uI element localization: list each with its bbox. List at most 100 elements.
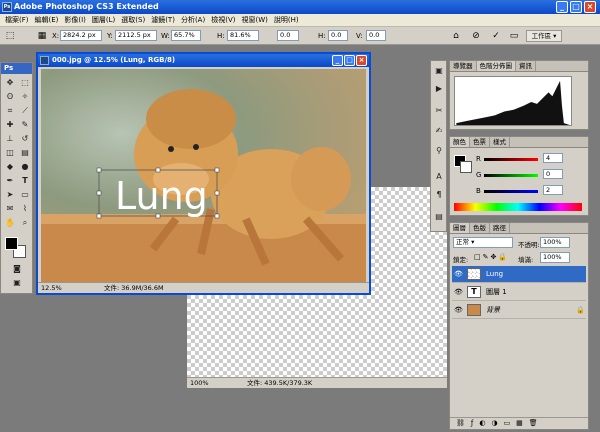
move-tool-icon[interactable]: ✥ [3, 77, 17, 89]
eyedropper-icon[interactable]: ⌇ [18, 203, 32, 215]
tab-layers[interactable]: 圖層 [450, 223, 470, 233]
document-canvas[interactable]: Lung [41, 69, 366, 284]
eye-icon[interactable]: 👁 [454, 270, 463, 278]
tab-histogram[interactable]: 色階分佈圖 [476, 61, 516, 71]
blend-mode-select[interactable]: 正常 ▾ [453, 237, 513, 248]
vskew-label: V: [356, 32, 363, 40]
histogram-tabs: 導覽器 色階分佈圖 資訊 [450, 61, 588, 72]
canvas-text-lung[interactable]: Lung [115, 174, 208, 218]
transform-tool-icon[interactable]: ⬚ [4, 30, 16, 42]
doc-close-button[interactable]: × [356, 55, 367, 66]
maximize-button[interactable]: □ [570, 1, 582, 13]
dodge-tool-icon[interactable]: ● [18, 161, 32, 173]
layer-row-lung[interactable]: 👁 Lung [452, 266, 586, 283]
tab-paths[interactable]: 路徑 [490, 223, 510, 233]
commit-transform-icon[interactable]: ✓ [490, 30, 502, 42]
menu-image[interactable]: 影像(I) [61, 15, 89, 25]
lock-icons[interactable]: □✎✥🔒 [474, 253, 509, 261]
layers-footer-icons[interactable]: ⛓ƒ◐◑▭▦🗑 [450, 417, 588, 429]
pen-tool-icon[interactable]: ✒ [3, 175, 17, 187]
type-tool-icon[interactable]: T [18, 175, 32, 187]
menu-help[interactable]: 說明(H) [271, 15, 302, 25]
marquee-tool-icon[interactable]: ⬚ [18, 77, 32, 89]
history-brush-icon[interactable]: ↺ [18, 133, 32, 145]
actions-icon[interactable]: ▶ [432, 83, 446, 95]
screen-mode-icon[interactable]: ▣ [10, 277, 24, 289]
eraser-tool-icon[interactable]: ◫ [3, 147, 17, 159]
color-spectrum-bar[interactable] [454, 203, 582, 211]
eye-icon[interactable]: 👁 [454, 306, 463, 314]
path-select-icon[interactable]: ➤ [3, 189, 17, 201]
angle-field[interactable]: 0.0 [277, 30, 299, 41]
paragraph-icon[interactable]: ¶ [432, 189, 446, 201]
brushes-icon[interactable]: ✍ [432, 125, 446, 137]
color-bg-swatch[interactable] [460, 161, 472, 173]
brush-tool-icon[interactable]: ✎ [18, 119, 32, 131]
tab-info[interactable]: 資訊 [516, 61, 536, 71]
clone-source-icon[interactable]: ⚲ [432, 145, 446, 157]
menu-view[interactable]: 檢視(V) [208, 15, 238, 25]
eye-icon[interactable]: 👁 [454, 288, 463, 296]
shape-tool-icon[interactable]: ▭ [18, 189, 32, 201]
r-slider[interactable] [484, 158, 538, 161]
opacity-field[interactable]: 100% [540, 237, 570, 248]
close-button[interactable]: × [584, 1, 596, 13]
b-slider[interactable] [484, 190, 538, 193]
hskew-field[interactable]: 0.0 [328, 30, 348, 41]
panel-toggle-icon[interactable]: ▭ [508, 30, 520, 42]
menu-layer[interactable]: 圖層(L) [89, 15, 118, 25]
cancel-transform-icon[interactable]: ⊘ [470, 30, 482, 42]
notes-tool-icon[interactable]: ✉ [3, 203, 17, 215]
r-field[interactable]: 4 [543, 153, 563, 163]
zoom-tool-icon[interactable]: ⌕ [18, 217, 32, 229]
tab-styles[interactable]: 樣式 [490, 137, 510, 147]
menu-window[interactable]: 視窗(W) [238, 15, 270, 25]
menu-filter[interactable]: 濾鏡(T) [148, 15, 178, 25]
blend-mode-value: 正常 [456, 238, 469, 246]
healing-tool-icon[interactable]: ✚ [3, 119, 17, 131]
menu-select[interactable]: 選取(S) [118, 15, 148, 25]
document-titlebar: 000.jpg @ 12.5% (Lung, RGB/8) _ □ × [38, 54, 369, 67]
menu-edit[interactable]: 編輯(E) [32, 15, 62, 25]
quick-mask-icon[interactable]: ◙ [10, 263, 24, 275]
crop-tool-icon[interactable]: ⌗ [3, 105, 17, 117]
workspace-button[interactable]: 工作區 ▾ [526, 30, 562, 42]
foreground-color-swatch[interactable] [5, 237, 18, 250]
gradient-tool-icon[interactable]: ▤ [18, 147, 32, 159]
character-icon[interactable]: A [432, 171, 446, 183]
tool-preset-icon[interactable]: ✂ [432, 105, 446, 117]
minimize-button[interactable]: _ [556, 1, 568, 13]
magic-wand-icon[interactable]: ✧ [18, 91, 32, 103]
doc-maximize-button[interactable]: □ [344, 55, 355, 66]
hand-tool-icon[interactable]: ✋ [3, 217, 17, 229]
tab-color[interactable]: 顏色 [450, 137, 470, 147]
w-field[interactable]: 65.7% [171, 30, 201, 41]
doc-minimize-button[interactable]: _ [332, 55, 343, 66]
menu-analysis[interactable]: 分析(A) [178, 15, 208, 25]
tab-navigator[interactable]: 導覽器 [450, 61, 477, 71]
navigator-icon[interactable]: ▣ [432, 65, 446, 77]
x-field[interactable]: 2824.2 px [60, 30, 102, 41]
lasso-tool-icon[interactable]: ʘ [3, 91, 17, 103]
layer-name: Lung [486, 270, 504, 278]
reference-point-icon[interactable]: ▦ [36, 30, 48, 42]
tab-swatches[interactable]: 色票 [470, 137, 490, 147]
b-field[interactable]: 2 [543, 185, 563, 195]
layer-row-background[interactable]: 👁 背景 🔒 [452, 302, 586, 319]
menu-file[interactable]: 檔案(F) [2, 15, 32, 25]
y-field[interactable]: 2112.5 px [115, 30, 157, 41]
layer-row-text[interactable]: 👁 T 圖層 1 [452, 284, 586, 301]
layer-comps-icon[interactable]: ▤ [432, 211, 446, 223]
blur-tool-icon[interactable]: ◆ [3, 161, 17, 173]
h-field[interactable]: 81.6% [227, 30, 259, 41]
g-field[interactable]: 0 [543, 169, 563, 179]
g-slider[interactable] [484, 174, 538, 177]
stamp-tool-icon[interactable]: ⊥ [3, 133, 17, 145]
warp-icon[interactable]: ⌂ [450, 30, 462, 42]
vskew-field[interactable]: 0.0 [366, 30, 386, 41]
second-doc-zoom[interactable]: 100% [190, 378, 209, 389]
document-zoom[interactable]: 12.5% [41, 283, 62, 294]
tab-channels[interactable]: 色版 [470, 223, 490, 233]
fill-field[interactable]: 100% [540, 252, 570, 263]
slice-tool-icon[interactable]: ⟋ [18, 105, 32, 117]
